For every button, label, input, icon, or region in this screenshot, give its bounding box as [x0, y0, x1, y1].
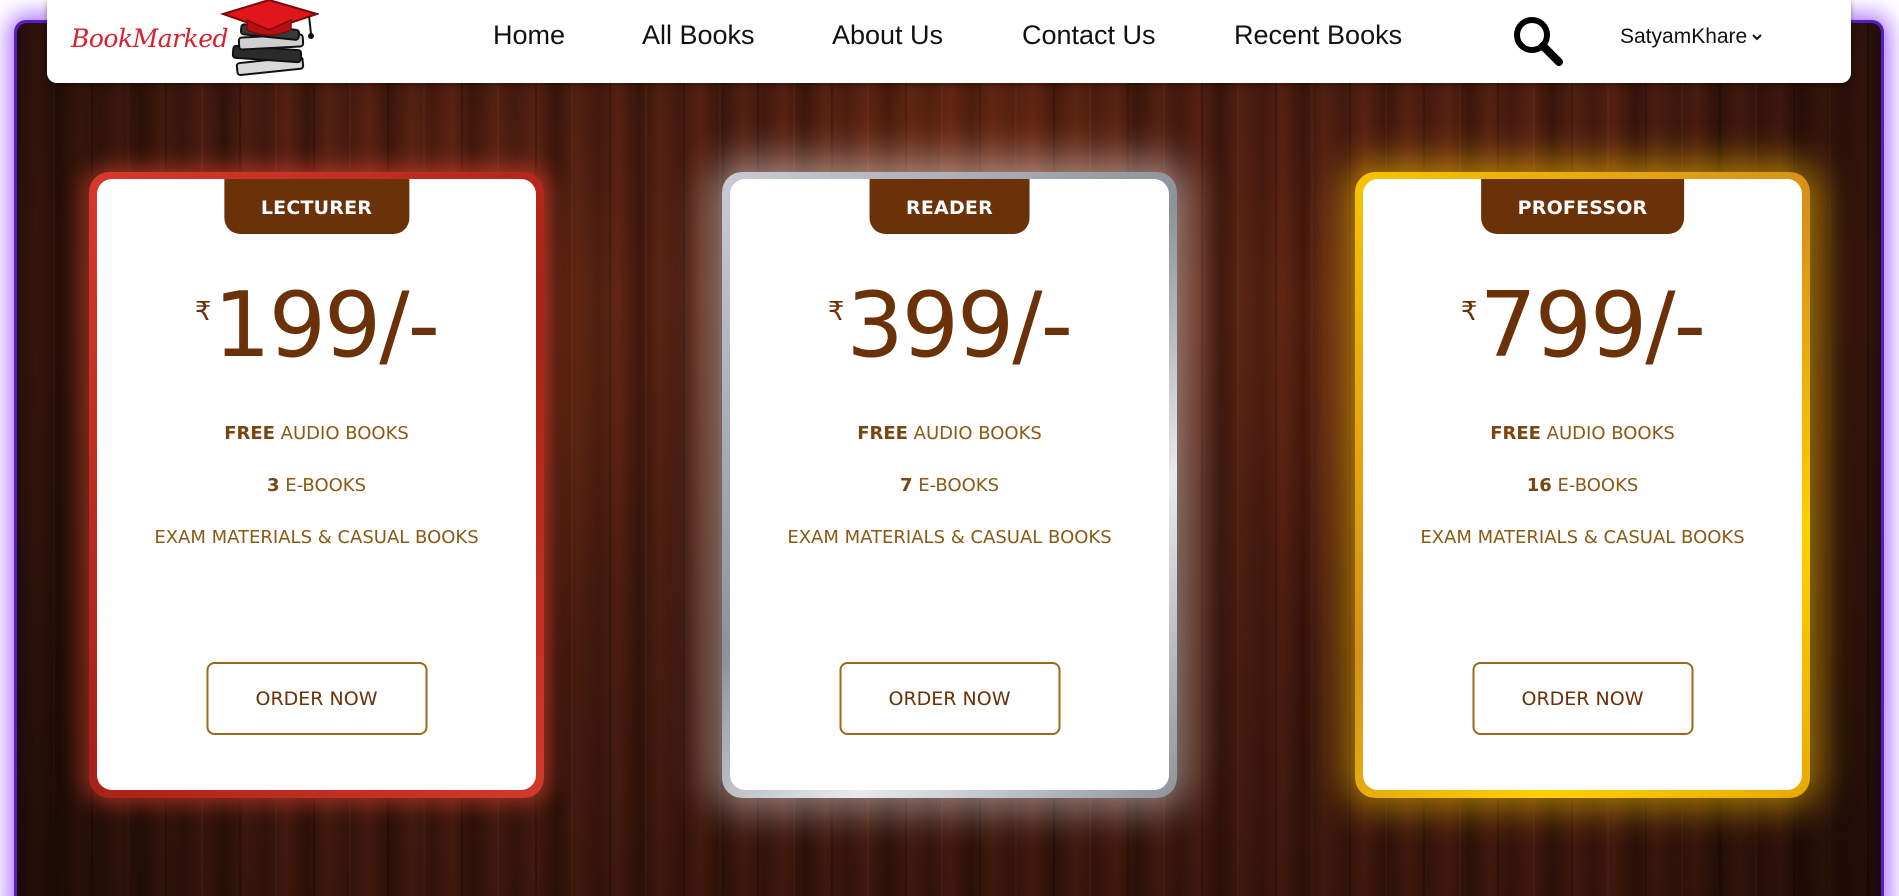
- nav-link-recent-books[interactable]: Recent Books: [1234, 20, 1402, 51]
- nav-link-about-us[interactable]: About Us: [832, 20, 943, 51]
- search-button[interactable]: [1509, 12, 1565, 68]
- chevron-down-icon: [1752, 34, 1762, 41]
- feature-ebooks: 7 E-BOOKS: [899, 475, 1000, 496]
- tier-badge: PROFESSOR: [1480, 179, 1685, 234]
- feature-ebooks: 16 E-BOOKS: [1526, 475, 1639, 496]
- plan-card-body: READER ₹399/- FREE AUDIO BOOKS 7 E-BOOKS…: [730, 179, 1169, 790]
- feature-exam-materials: EXAM MATERIALS & CASUAL BOOKS: [154, 527, 479, 548]
- feature-exam-materials: EXAM MATERIALS & CASUAL BOOKS: [787, 527, 1112, 548]
- feature-ebooks: 3 E-BOOKS: [266, 475, 367, 496]
- tier-badge: READER: [869, 179, 1030, 234]
- nav-link-contact-us[interactable]: Contact Us: [1022, 20, 1156, 51]
- tier-badge: LECTURER: [223, 179, 410, 234]
- currency-symbol: ₹: [827, 297, 845, 327]
- search-icon: [1514, 17, 1563, 66]
- order-now-button[interactable]: ORDER NOW: [839, 662, 1060, 735]
- price-amount: 199/-: [213, 273, 440, 378]
- price-amount: 799/-: [1479, 273, 1706, 378]
- currency-symbol: ₹: [1460, 297, 1478, 327]
- feature-exam-materials: EXAM MATERIALS & CASUAL BOOKS: [1420, 527, 1745, 548]
- feature-audio-books: FREE AUDIO BOOKS: [857, 423, 1042, 444]
- currency-symbol: ₹: [194, 297, 212, 327]
- plan-price: ₹399/-: [730, 273, 1169, 378]
- plan-price: ₹799/-: [1363, 273, 1802, 378]
- plan-card-lecturer: LECTURER ₹199/- FREE AUDIO BOOKS 3 E-BOO…: [89, 172, 544, 798]
- main-nav: Home All Books About Us Contact Us Recen…: [47, 0, 1851, 76]
- nav-link-home[interactable]: Home: [493, 20, 565, 51]
- order-now-button[interactable]: ORDER NOW: [206, 662, 427, 735]
- price-amount: 399/-: [846, 273, 1073, 378]
- nav-link-all-books[interactable]: All Books: [642, 20, 755, 51]
- user-menu[interactable]: SatyamKhare: [1620, 25, 1763, 49]
- user-name: SatyamKhare: [1620, 25, 1748, 48]
- order-now-button[interactable]: ORDER NOW: [1472, 662, 1693, 735]
- feature-audio-books: FREE AUDIO BOOKS: [1490, 423, 1675, 444]
- page: BookMarked Home All Books About Us Conta…: [0, 0, 1899, 896]
- feature-audio-books: FREE AUDIO BOOKS: [224, 423, 409, 444]
- top-navbar: BookMarked Home All Books About Us Conta…: [47, 0, 1851, 83]
- plan-card-body: PROFESSOR ₹799/- FREE AUDIO BOOKS 16 E-B…: [1363, 179, 1802, 790]
- plan-price: ₹199/-: [97, 273, 536, 378]
- plan-card-reader: READER ₹399/- FREE AUDIO BOOKS 7 E-BOOKS…: [722, 172, 1177, 798]
- plan-card-body: LECTURER ₹199/- FREE AUDIO BOOKS 3 E-BOO…: [97, 179, 536, 790]
- plan-card-professor: PROFESSOR ₹799/- FREE AUDIO BOOKS 16 E-B…: [1355, 172, 1810, 798]
